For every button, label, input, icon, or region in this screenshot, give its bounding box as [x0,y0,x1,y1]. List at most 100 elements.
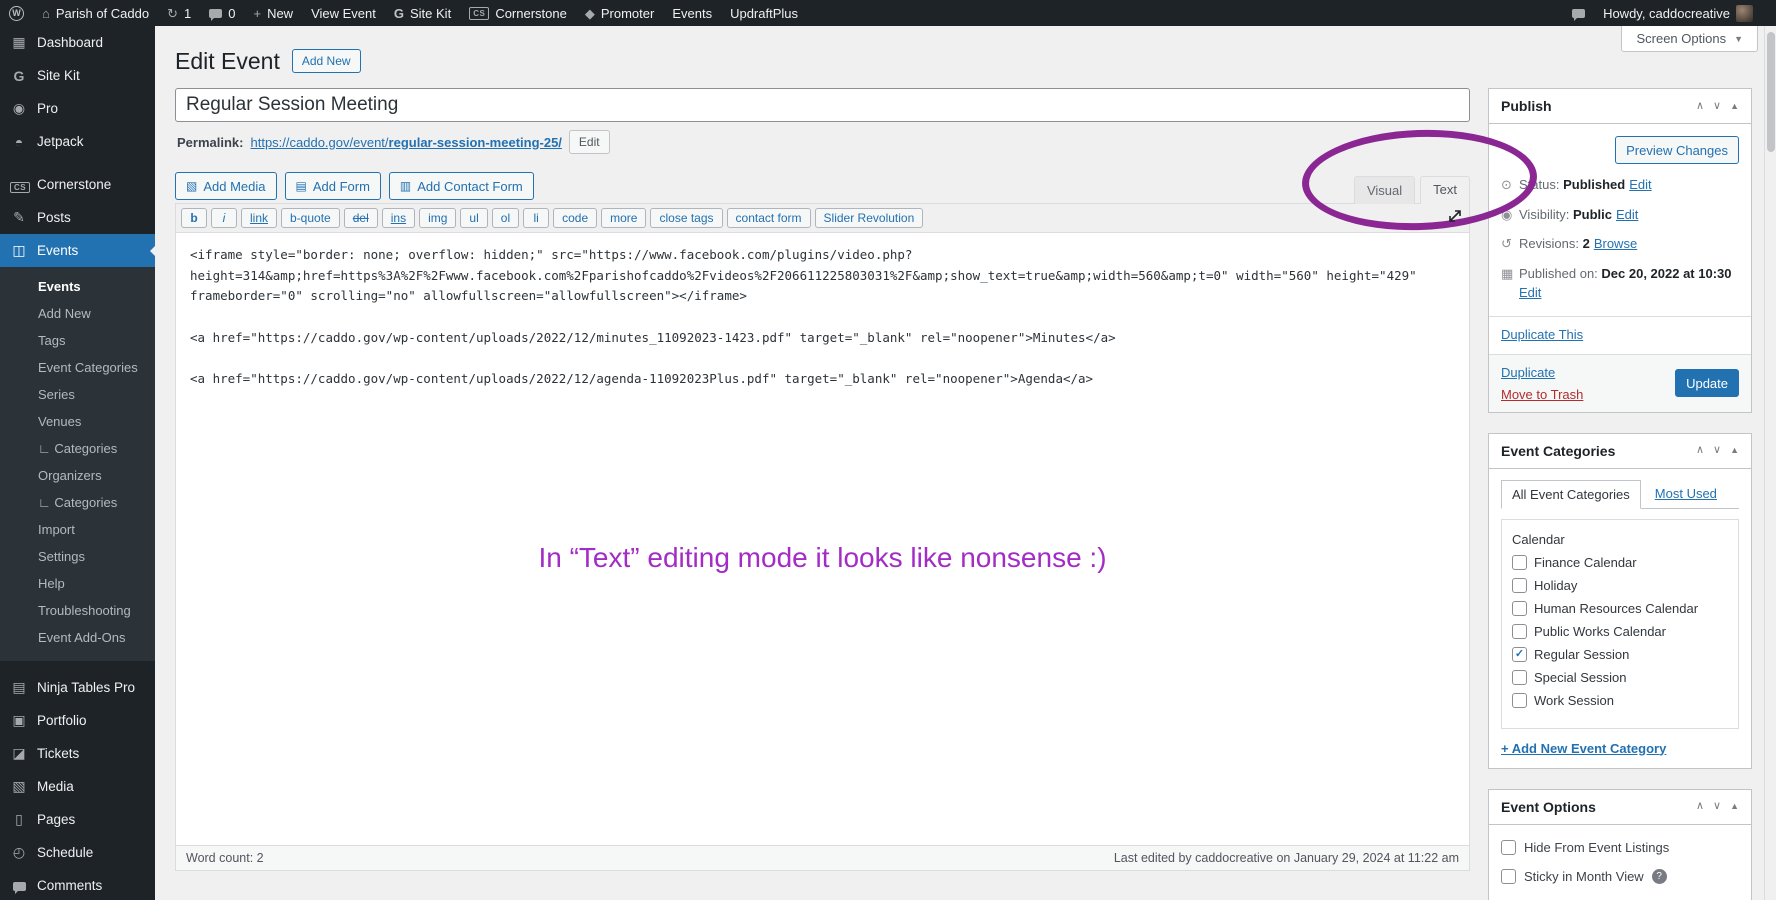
updates-menu[interactable]: ↻1 [158,0,200,26]
tab-visual[interactable]: Visual [1354,176,1415,204]
sidebar-subitem-help[interactable]: Help [0,570,155,597]
quicktag-bold-button[interactable]: b [181,208,207,228]
sidebar-subitem-series[interactable]: Series [0,381,155,408]
quicktag-del-button[interactable]: del [344,208,378,228]
sidebar-item-events[interactable]: ◫Events [0,234,155,267]
scrollbar-thumb[interactable] [1767,32,1775,152]
quicktag-more-button[interactable]: more [601,208,646,228]
quicktag-slider-revolution-button[interactable]: Slider Revolution [815,208,924,228]
sidebar-subitem-event-categories[interactable]: Event Categories [0,354,155,381]
sidebar-item-jetpack[interactable]: ◓Jetpack [0,125,155,158]
comments-menu[interactable]: 0 [200,0,244,26]
sidebar-subitem-troubleshooting[interactable]: Troubleshooting [0,597,155,624]
category-human-resources-calendar[interactable]: Human Resources Calendar [1512,597,1738,620]
add-form-button[interactable]: ▤Add Form [285,172,381,200]
quicktag-ins-button[interactable]: ins [382,208,415,228]
event-options-header[interactable]: Event Options ∧ ∨ ▲ [1489,790,1751,825]
edit-permalink-button[interactable]: Edit [569,130,610,154]
post-title-input[interactable] [175,88,1470,122]
sidebar-item-cornerstone[interactable]: CSCornerstone [0,168,155,201]
edit-visibility-link[interactable]: Edit [1616,207,1638,222]
quicktag-img-button[interactable]: img [419,208,456,228]
cornerstone-menu[interactable]: CSCornerstone [460,0,576,26]
category-checkbox[interactable] [1512,555,1527,570]
category-checkbox[interactable] [1512,670,1527,685]
category-special-session[interactable]: Special Session [1512,666,1738,689]
sidebar-subitem-event-add-ons[interactable]: Event Add-Ons [0,624,155,651]
category-checkbox[interactable] [1512,578,1527,593]
quicktag-italic-button[interactable]: i [211,208,237,228]
sidebar-item-media[interactable]: ▧Media [0,770,155,803]
sidebar-item-site-kit[interactable]: GSite Kit [0,59,155,92]
category-regular-session[interactable]: Regular Session [1512,643,1738,666]
quicktag-code-button[interactable]: code [553,208,597,228]
category-checkbox[interactable] [1512,601,1527,616]
order-down-icon[interactable]: ∨ [1713,101,1721,112]
preview-changes-button[interactable]: Preview Changes [1615,136,1739,164]
quicktag-li-button[interactable]: li [523,208,549,228]
move-to-trash-link[interactable]: Move to Trash [1501,387,1583,402]
promoter-menu[interactable]: ◆Promoter [576,0,663,26]
category-checklist[interactable]: Calendar Finance Calendar Holiday Human … [1501,519,1739,729]
toggle-panel-icon[interactable]: ▲ [1730,102,1739,111]
add-media-button[interactable]: ▧Add Media [175,172,277,200]
sticky-in-month-view-checkbox[interactable] [1501,869,1516,884]
sidebar-item-schedule[interactable]: ◴Schedule [0,836,155,869]
sidebar-subitem-import[interactable]: Import [0,516,155,543]
site-name-menu[interactable]: ⌂Parish of Caddo [33,0,158,26]
sidebar-item-portfolio[interactable]: ▣Portfolio [0,704,155,737]
sidebar-item-pages[interactable]: ▯Pages [0,803,155,836]
order-up-icon[interactable]: ∧ [1696,801,1704,812]
quicktag-contact-form-button[interactable]: contact form [727,208,811,228]
post-content-editor[interactable]: <iframe style="border: none; overflow: h… [176,233,1469,845]
category-work-session[interactable]: Work Session [1512,689,1738,712]
order-up-icon[interactable]: ∧ [1696,101,1704,112]
sidebar-item-posts[interactable]: ✎Posts [0,201,155,234]
category-finance-calendar[interactable]: Finance Calendar [1512,551,1738,574]
my-account-menu[interactable]: Howdy, caddocreative [1594,0,1762,26]
category-checkbox[interactable] [1512,693,1527,708]
event-categories-header[interactable]: Event Categories ∧ ∨ ▲ [1489,434,1751,469]
add-new-button[interactable]: Add New [292,49,361,73]
sidebar-item-tickets[interactable]: ◪Tickets [0,737,155,770]
edit-status-link[interactable]: Edit [1629,177,1651,192]
hide-from-listings-checkbox[interactable] [1501,840,1516,855]
sticky-in-month-view-option[interactable]: Sticky in Month View? [1489,862,1751,891]
category-holiday[interactable]: Holiday [1512,574,1738,597]
sidebar-subitem-events[interactable]: Events [0,273,155,300]
sidebar-subitem-settings[interactable]: Settings [0,543,155,570]
duplicate-this-link[interactable]: Duplicate This [1501,327,1583,342]
sidebar-subitem-add-new[interactable]: Add New [0,300,155,327]
duplicate-link[interactable]: Duplicate [1501,365,1583,380]
updraftplus-menu[interactable]: UpdraftPlus [721,0,807,26]
add-contact-form-button[interactable]: ▥Add Contact Form [389,172,534,200]
quicktag-blockquote-button[interactable]: b-quote [281,208,340,228]
quicktag-ul-button[interactable]: ul [460,208,487,228]
site-kit-menu[interactable]: GSite Kit [385,0,460,26]
messages-menu[interactable] [1563,0,1594,26]
category-public-works-calendar[interactable]: Public Works Calendar [1512,620,1738,643]
new-content-menu[interactable]: +New [244,0,302,26]
quicktag-ol-button[interactable]: ol [492,208,519,228]
sidebar-subitem-tags[interactable]: Tags [0,327,155,354]
quicktag-link-button[interactable]: link [241,208,277,228]
help-icon[interactable]: ? [1652,869,1667,884]
update-button[interactable]: Update [1675,369,1739,397]
publish-panel-header[interactable]: Publish ∧ ∨ ▲ [1489,89,1751,124]
events-menu[interactable]: Events [663,0,721,26]
sidebar-subitem-venues[interactable]: Venues [0,408,155,435]
tab-all-event-categories[interactable]: All Event Categories [1501,480,1641,509]
order-down-icon[interactable]: ∨ [1713,801,1721,812]
tab-most-used[interactable]: Most Used [1653,480,1719,509]
sidebar-item-comments[interactable]: Comments [0,869,155,900]
sidebar-item-pro[interactable]: ◉Pro [0,92,155,125]
category-checkbox[interactable] [1512,647,1527,662]
sidebar-subitem-venue-categories[interactable]: ∟ Categories [0,435,155,462]
view-event-menu[interactable]: View Event [302,0,385,26]
page-scrollbar[interactable] [1764,26,1776,900]
order-down-icon[interactable]: ∨ [1713,445,1721,456]
permalink-link[interactable]: https://caddo.gov/event/regular-session-… [250,135,561,150]
toggle-panel-icon[interactable]: ▲ [1730,446,1739,455]
screen-options-tab[interactable]: Screen Options ▼ [1621,26,1758,52]
wp-logo-menu[interactable]: W [0,0,33,26]
